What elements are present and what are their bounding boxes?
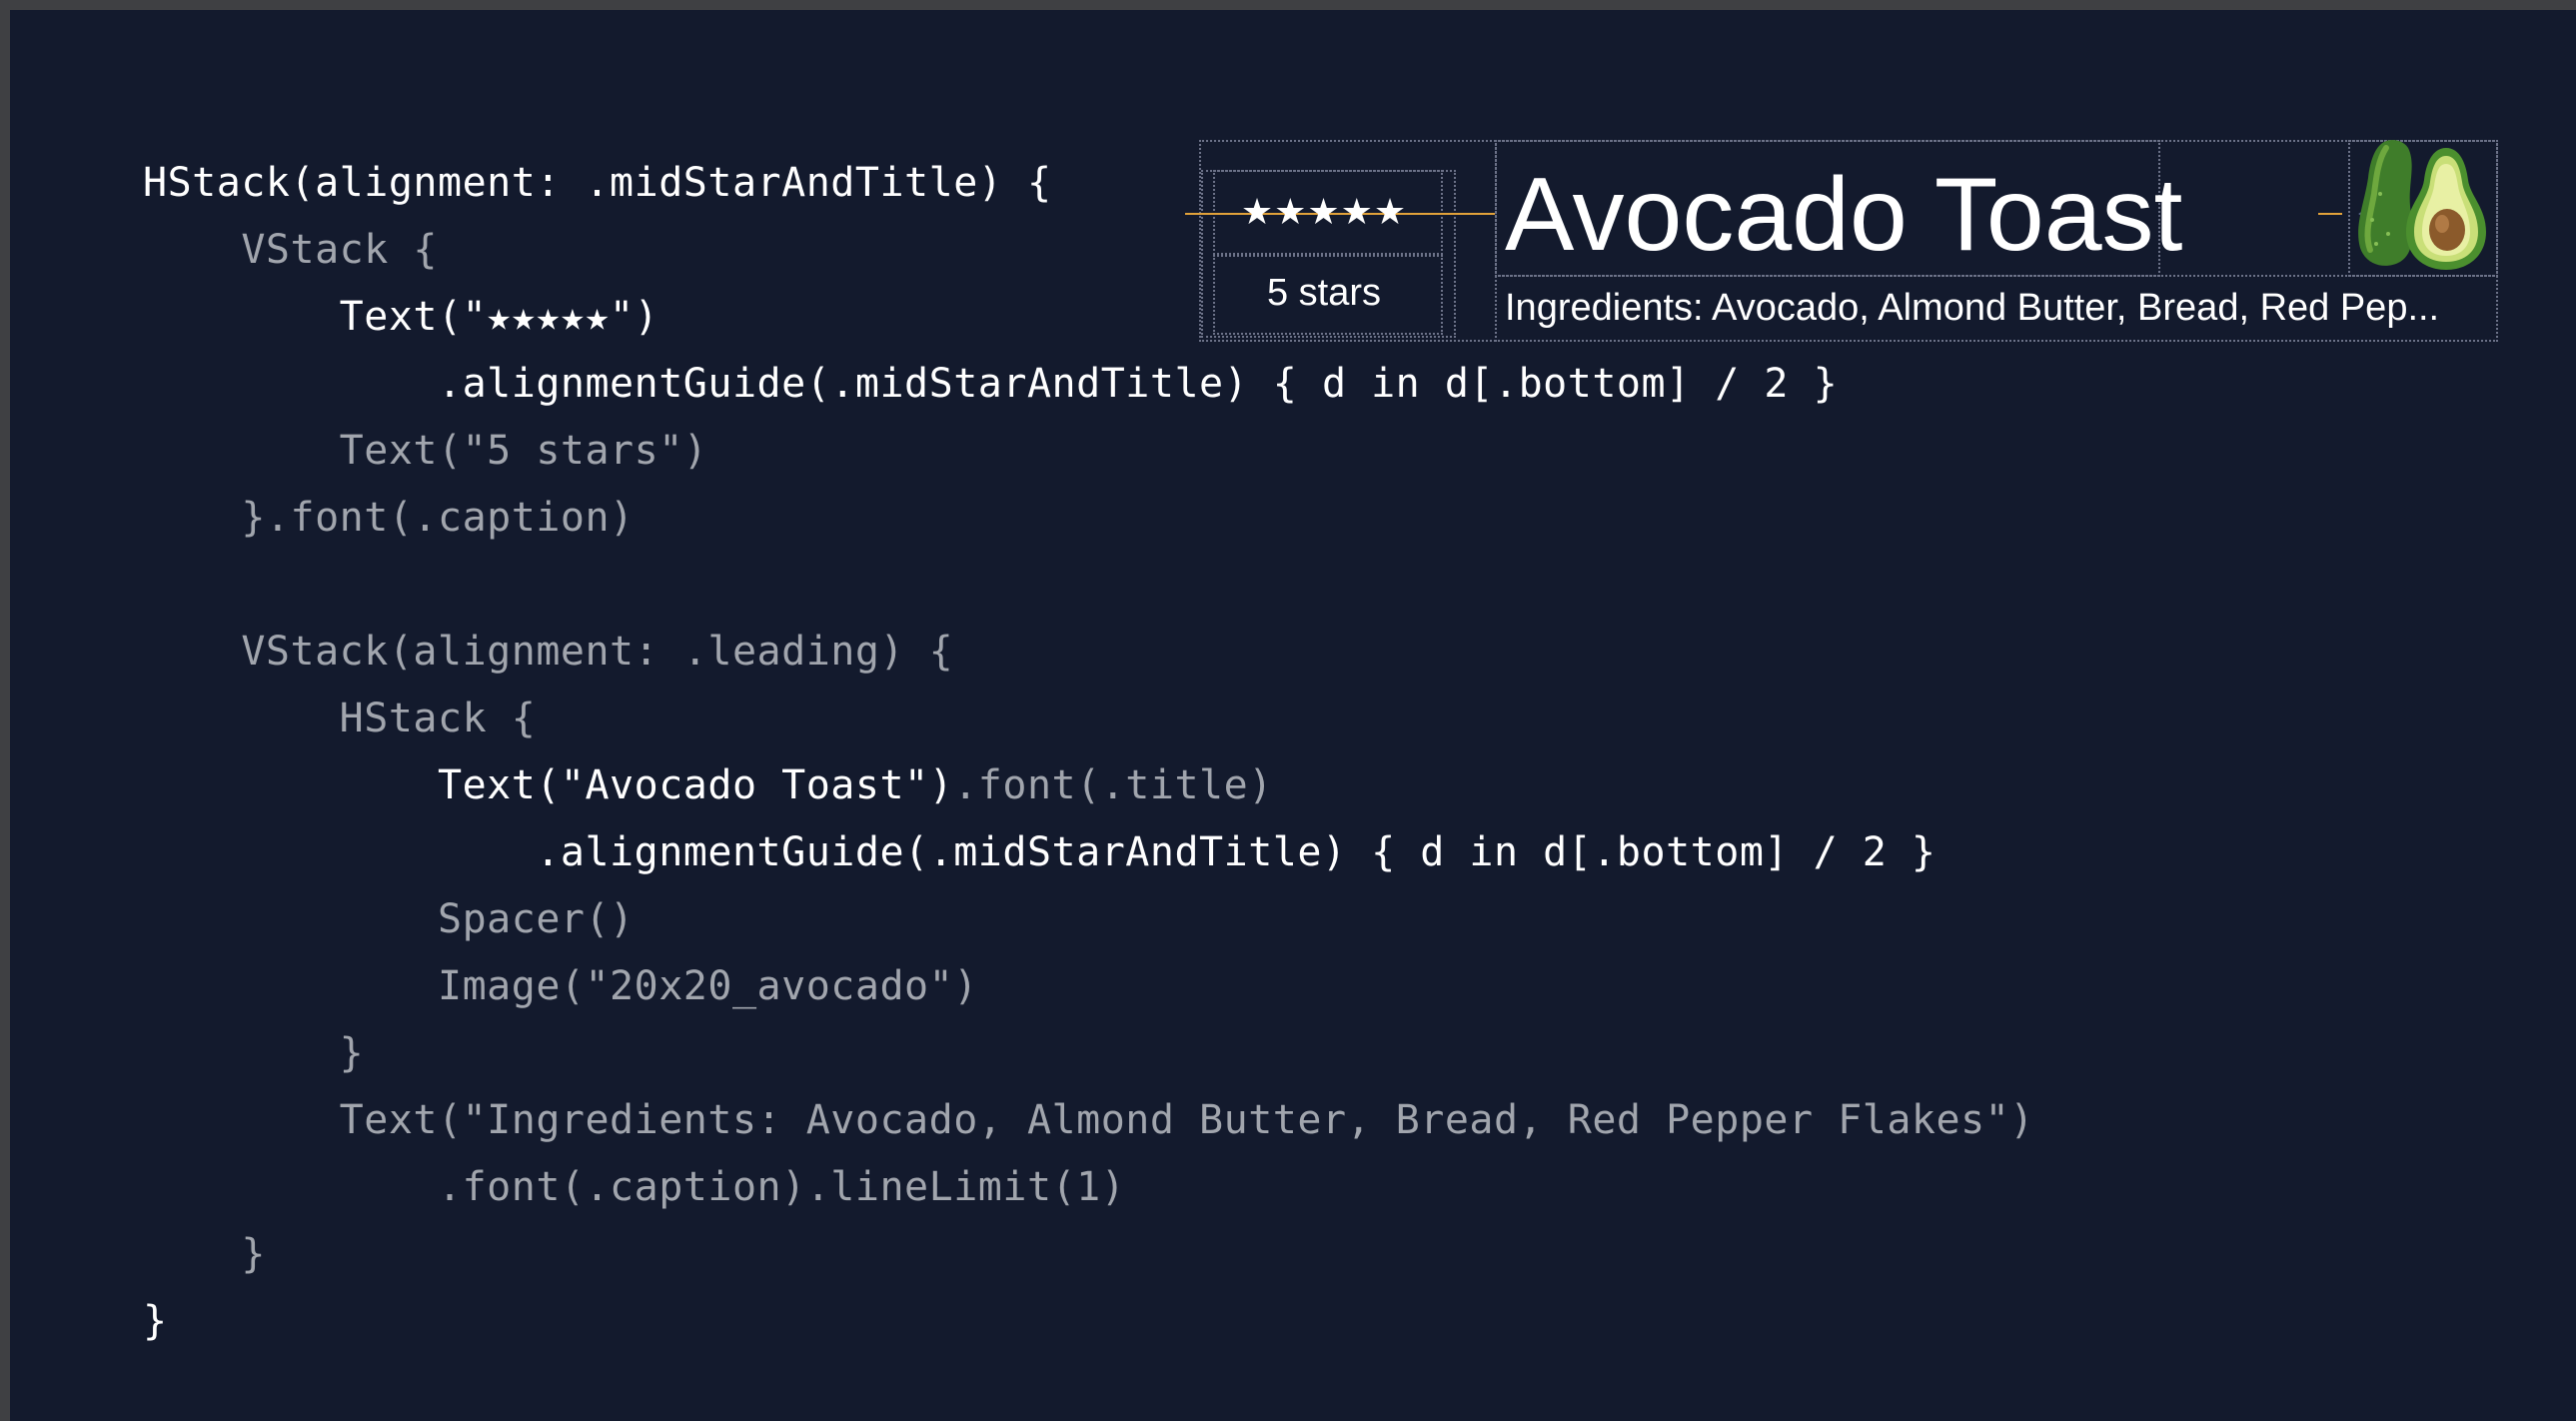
code-line: .alignmentGuide(.midStarAndTitle) { d in…: [143, 361, 1839, 407]
alignment-guide-line-end: [2318, 213, 2342, 215]
code-token-secondary: .font(.title): [953, 762, 1273, 808]
code-line: Text("Avocado Toast").font(.title): [143, 752, 2034, 819]
stars-caption: 5 stars: [1266, 272, 1382, 314]
code-line: Spacer(): [143, 896, 635, 942]
title-text: Avocado Toast: [1505, 157, 2183, 273]
code-line: VStack(alignment: .leading) {: [143, 629, 954, 675]
avocado-icon: [2358, 140, 2486, 270]
code-line: .alignmentGuide(.midStarAndTitle) { d in…: [143, 829, 1936, 875]
stars-text: ★★★★★: [1240, 192, 1408, 233]
code-line: }: [143, 1030, 365, 1076]
code-line: Text("Ingredients: Avocado, Almond Butte…: [143, 1097, 2034, 1143]
code-line: }: [143, 1231, 266, 1277]
code-line: }: [143, 1298, 168, 1344]
code-line: Image("20x20_avocado"): [143, 963, 978, 1009]
code-token-primary: Text("Avocado Toast"): [143, 762, 954, 808]
code-line: }.font(.caption): [143, 495, 635, 541]
preview-panel: ★★★★★ 5 stars Avocado Toast Ingredients:…: [1185, 130, 2498, 345]
slide: HStack(alignment: .midStarAndTitle) { VS…: [10, 10, 2576, 1421]
code-line: .font(.caption).lineLimit(1): [143, 1164, 1126, 1210]
code-line: HStack {: [143, 696, 537, 741]
ingredients-text: Ingredients: Avocado, Almond Butter, Bre…: [1505, 287, 2440, 329]
code-line: Text("5 stars"): [143, 428, 708, 474]
